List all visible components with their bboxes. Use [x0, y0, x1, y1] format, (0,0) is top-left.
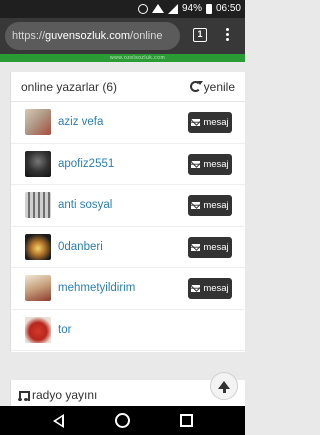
list-item: mehmetyildirim mesaj [11, 268, 245, 310]
clock: 06:50 [215, 3, 241, 14]
scroll-to-top-button[interactable] [210, 372, 238, 400]
tab-switcher-button[interactable]: 1 [193, 28, 207, 42]
message-button[interactable]: mesaj [188, 112, 232, 133]
message-button[interactable]: mesaj [188, 278, 232, 299]
username-link[interactable]: mehmetyildirim [58, 268, 135, 309]
home-icon[interactable] [115, 413, 130, 428]
list-item: anti sosyal mesaj [11, 185, 245, 227]
site-banner: www.ozelsozluk.com [0, 54, 245, 62]
android-nav-bar [0, 406, 245, 435]
url-path: /online [130, 30, 163, 42]
envelope-icon [191, 243, 201, 251]
url-scheme: https:// [12, 30, 46, 42]
overflow-menu-icon[interactable] [222, 26, 232, 44]
envelope-icon [191, 202, 201, 209]
recent-apps-icon[interactable] [180, 414, 193, 427]
avatar[interactable] [25, 233, 51, 260]
avatar[interactable] [25, 316, 51, 343]
panel-header: online yazarlar (6) yenile [11, 72, 245, 102]
radio-panel-title-wrap: radyo yayını [18, 388, 98, 402]
avatar[interactable] [25, 109, 51, 135]
avatar[interactable] [25, 192, 51, 218]
avatar[interactable] [25, 275, 51, 301]
username-link[interactable]: tor [58, 310, 71, 351]
message-label: mesaj [203, 241, 229, 253]
envelope-icon [191, 285, 201, 292]
username-link[interactable]: anti sosyal [58, 185, 112, 226]
list-item: tor [11, 310, 245, 351]
refresh-label: yenile [203, 79, 235, 94]
status-bar: 94% 06:50 [0, 0, 245, 18]
tab-count: 1 [197, 29, 203, 39]
status-icons: 94% 06:50 [137, 3, 241, 14]
message-button[interactable]: mesaj [188, 153, 232, 175]
refresh-button[interactable]: yenile [189, 79, 235, 94]
online-users-list: aziz vefa mesaj apofiz2551 mesaj anti so… [11, 102, 245, 351]
envelope-icon [191, 119, 201, 126]
refresh-icon [189, 81, 203, 92]
message-label: mesaj [203, 200, 229, 211]
banner-text: www.ozelsozluk.com [110, 55, 166, 61]
list-item: aziz vefa mesaj [11, 102, 245, 144]
username-link[interactable]: 0danberi [58, 227, 103, 268]
panel-title: online yazarlar (6) [21, 79, 118, 94]
avatar[interactable] [25, 150, 51, 177]
alarm-icon [137, 3, 148, 14]
message-label: mesaj [203, 158, 229, 170]
message-label: mesaj [203, 117, 229, 128]
list-item: 0danberi mesaj [11, 227, 245, 268]
signal-icon [167, 3, 178, 14]
envelope-icon [191, 160, 201, 168]
message-button[interactable]: mesaj [188, 236, 232, 258]
browser-toolbar: https://guvensozluk.com/online [0, 18, 245, 54]
username-link[interactable]: apofiz2551 [58, 144, 114, 185]
radio-panel-title: radyo yayını [32, 388, 98, 402]
url-host: guvensozluk.com [45, 30, 131, 42]
online-authors-panel: online yazarlar (6) yenile aziz vefa mes… [10, 72, 245, 352]
message-button[interactable]: mesaj [188, 195, 232, 216]
message-label: mesaj [203, 283, 229, 294]
address-bar[interactable]: https://guvensozluk.com/online [5, 22, 180, 50]
username-link[interactable]: aziz vefa [58, 102, 103, 143]
list-item: apofiz2551 mesaj [11, 144, 245, 185]
battery-icon [205, 3, 212, 14]
music-icon [18, 390, 30, 401]
back-icon[interactable] [52, 414, 64, 428]
wifi-icon [151, 4, 164, 13]
battery-percent: 94% [181, 3, 202, 14]
